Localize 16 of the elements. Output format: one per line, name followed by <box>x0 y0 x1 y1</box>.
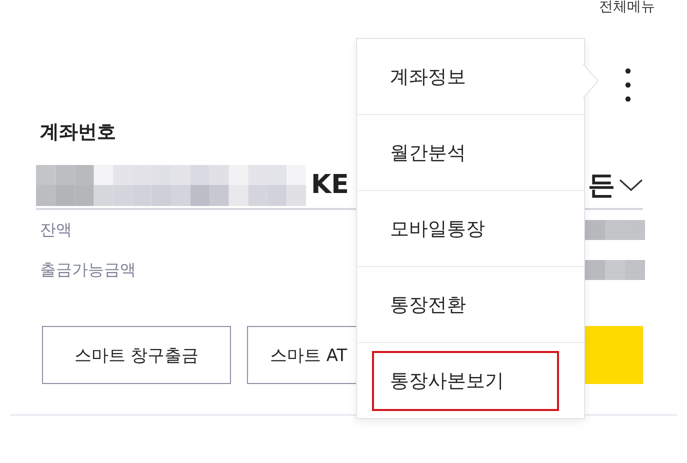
menu-item[interactable]: 통장전환 <box>372 274 559 334</box>
menu-item[interactable]: 계좌정보 <box>372 46 559 106</box>
account-number-label: 계좌번호 <box>40 120 117 145</box>
balance-label: 출금가능금액 <box>40 260 136 280</box>
menu-item[interactable]: 월간분석 <box>372 122 559 182</box>
balance-label: 잔액 <box>40 220 72 240</box>
account-name-text: 든 <box>588 169 615 203</box>
blurred-amount <box>585 220 645 240</box>
account-number-text: KE <box>311 170 349 200</box>
action-button[interactable]: 스마트 창구출금 <box>42 326 231 384</box>
menu-item[interactable]: 통장사본보기 <box>372 350 559 410</box>
more-icon[interactable] <box>625 68 631 102</box>
chevron-down-icon[interactable] <box>619 178 643 192</box>
blurred-amount <box>585 260 645 280</box>
full-menu-link[interactable]: 전체메뉴 <box>599 0 655 22</box>
menu-item[interactable]: 모바일통장 <box>372 198 559 258</box>
